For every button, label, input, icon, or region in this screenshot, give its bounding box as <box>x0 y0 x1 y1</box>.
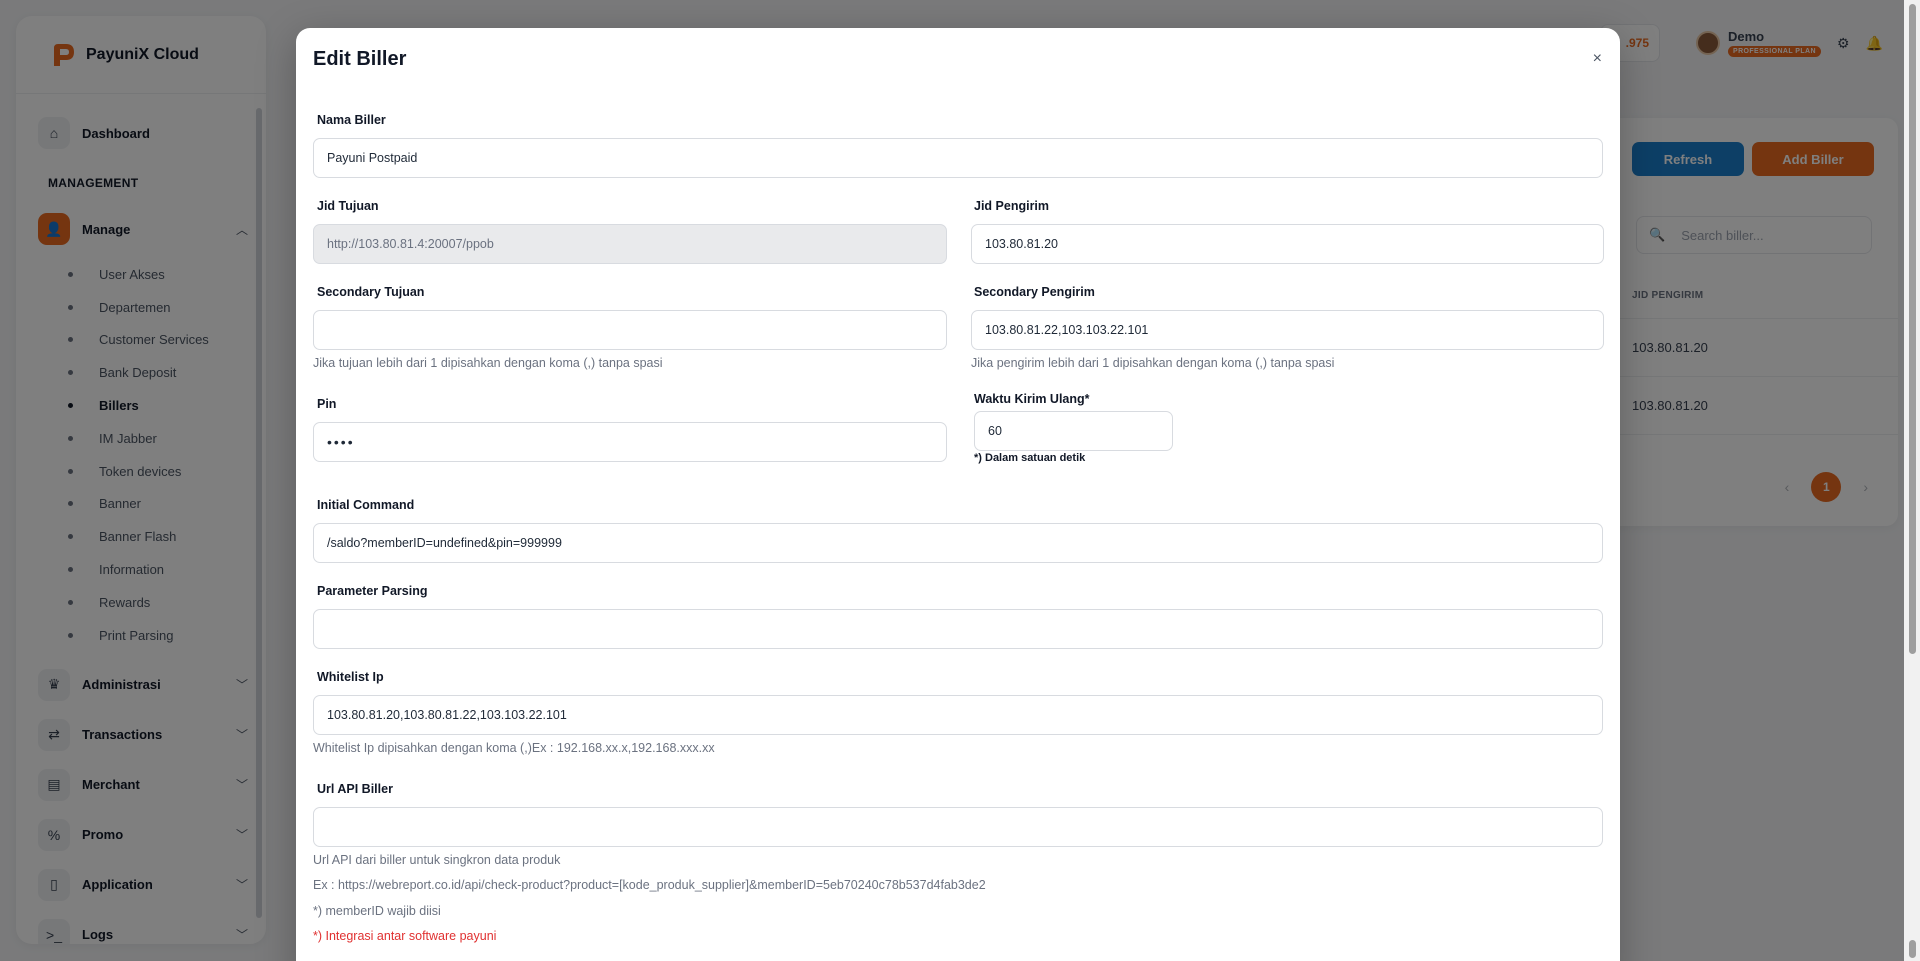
whitelist-ip-input[interactable]: 103.80.81.20,103.80.81.22,103.103.22.101 <box>313 695 1603 735</box>
initial-command-input[interactable]: /saldo?memberID=undefined&pin=999999 <box>313 523 1603 563</box>
close-icon[interactable]: × <box>1593 50 1602 68</box>
url-api-biller-example: Ex : https://webreport.co.id/api/check-p… <box>313 878 986 892</box>
label-secondary-tujuan: Secondary Tujuan <box>317 285 425 299</box>
secondary-pengirim-input[interactable]: 103.80.81.22,103.103.22.101 <box>971 310 1604 350</box>
jid-tujuan-input: http://103.80.81.4:20007/ppob <box>313 224 947 264</box>
label-url-api-biller: Url API Biller <box>317 782 393 796</box>
parameter-parsing-input[interactable] <box>313 609 1603 649</box>
label-initial-command: Initial Command <box>317 498 415 512</box>
waktu-kirim-ulang-note: *) Dalam satuan detik <box>974 452 1086 464</box>
label-jid-pengirim: Jid Pengirim <box>974 199 1050 213</box>
secondary-tujuan-input[interactable] <box>313 310 947 350</box>
scrollbar-thumb-lower <box>1909 940 1916 958</box>
url-api-biller-integration-note: *) Integrasi antar software payuni <box>313 929 497 943</box>
modal-title: Edit Biller <box>313 48 407 70</box>
page-scrollbar[interactable] <box>1904 0 1920 961</box>
url-api-biller-member-note: *) memberID wajib diisi <box>313 904 441 918</box>
label-parameter-parsing: Parameter Parsing <box>317 584 428 598</box>
nama-biller-input[interactable]: Payuni Postpaid <box>313 138 1603 178</box>
scrollbar-thumb[interactable] <box>1909 4 1916 654</box>
whitelist-ip-help: Whitelist Ip dipisahkan dengan koma (,)E… <box>313 741 715 755</box>
url-api-biller-help: Url API dari biller untuk singkron data … <box>313 853 561 867</box>
jid-pengirim-input[interactable]: 103.80.81.20 <box>971 224 1604 264</box>
label-secondary-pengirim: Secondary Pengirim <box>974 285 1095 299</box>
secondary-pengirim-help: Jika pengirim lebih dari 1 dipisahkan de… <box>971 356 1335 370</box>
label-whitelist-ip: Whitelist Ip <box>317 670 384 684</box>
edit-biller-modal: Edit Biller × Nama Biller Payuni Postpai… <box>296 28 1620 961</box>
url-api-biller-input[interactable] <box>313 807 1603 847</box>
waktu-kirim-ulang-input[interactable]: 60 <box>974 411 1173 451</box>
label-jid-tujuan: Jid Tujuan <box>317 199 379 213</box>
secondary-tujuan-help: Jika tujuan lebih dari 1 dipisahkan deng… <box>313 356 663 370</box>
label-nama-biller: Nama Biller <box>317 113 386 127</box>
pin-input[interactable]: •••• <box>313 422 947 462</box>
label-pin: Pin <box>317 397 337 411</box>
label-waktu-kirim-ulang: Waktu Kirim Ulang* <box>974 392 1090 406</box>
